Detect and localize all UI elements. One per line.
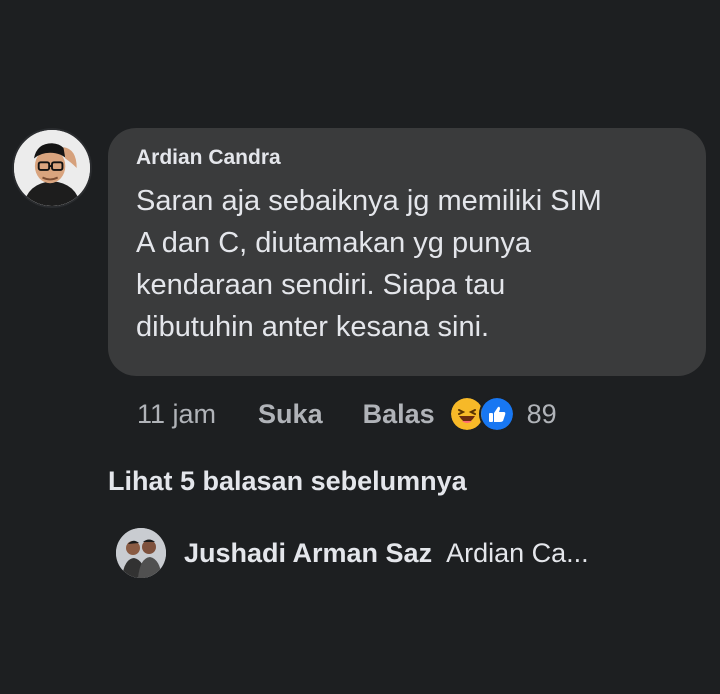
view-previous-replies-link[interactable]: Lihat 5 balasan sebelumnya <box>108 466 467 497</box>
comment-timestamp[interactable]: 11 jam <box>137 399 216 430</box>
reaction-summary[interactable] <box>448 396 515 432</box>
comment-text: Saran aja sebaiknya jg memiliki SIM A da… <box>136 185 602 343</box>
person-avatar-icon <box>14 130 90 206</box>
reply-button[interactable]: Balas <box>363 399 435 430</box>
reply-avatar[interactable] <box>116 528 166 578</box>
comment-actions: 11 jam Suka Balas 89 <box>137 392 557 436</box>
comment-avatar[interactable] <box>12 128 92 208</box>
comment-bubble: Ardian Candra Saran aja sebaiknya jg mem… <box>108 128 706 376</box>
latest-reply-preview[interactable]: Jushadi Arman Saz Ardian Ca... <box>116 528 589 578</box>
reply-preview-text: Ardian Ca... <box>446 537 589 568</box>
reply-author[interactable]: Jushadi Arman Saz <box>184 538 432 569</box>
comment-author[interactable]: Ardian Candra <box>136 146 682 170</box>
like-icon <box>478 396 515 432</box>
like-button[interactable]: Suka <box>258 399 323 430</box>
group-photo-avatar-icon <box>116 528 166 578</box>
reaction-count: 89 <box>526 398 557 429</box>
